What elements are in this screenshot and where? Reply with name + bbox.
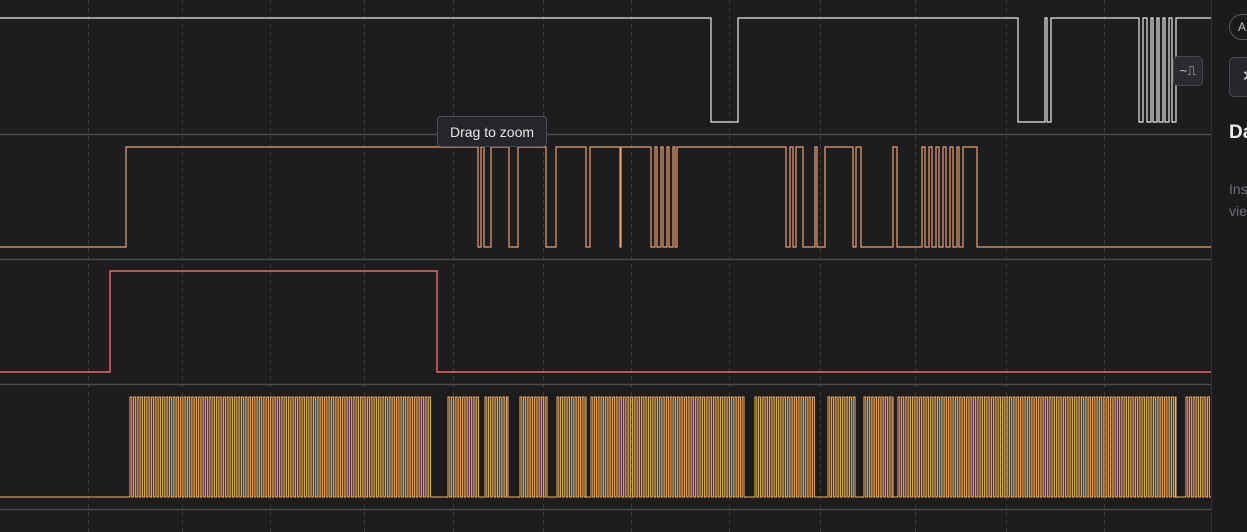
sidebar-hint-line-1: Ins (1229, 181, 1247, 197)
waveform-mode-toggle-button[interactable]: ~⎍ (1173, 56, 1203, 86)
details-sidebar: A ✕ Da Ins vie (1211, 0, 1247, 532)
sidebar-title: Da (1229, 122, 1247, 143)
waveform-canvas[interactable] (0, 0, 1211, 532)
sidebar-hint-line-2: vie (1229, 203, 1247, 219)
sidebar-close-button[interactable]: ✕ (1229, 57, 1247, 97)
waveform-icon: ~⎍ (1179, 63, 1197, 78)
sidebar-filter-pill[interactable]: A (1229, 14, 1247, 40)
drag-to-zoom-tooltip: Drag to zoom (437, 116, 548, 147)
channel-3-trace (0, 270, 1211, 373)
channel-2-trace (0, 146, 1211, 248)
close-icon: ✕ (1242, 68, 1247, 85)
channel-4-trace (0, 396, 1211, 498)
sidebar-hint-text: Ins vie (1229, 178, 1247, 222)
waveform-plot[interactable] (0, 0, 1211, 532)
channel-1-trace (0, 17, 1211, 123)
sidebar-pill-label: A (1238, 20, 1247, 34)
